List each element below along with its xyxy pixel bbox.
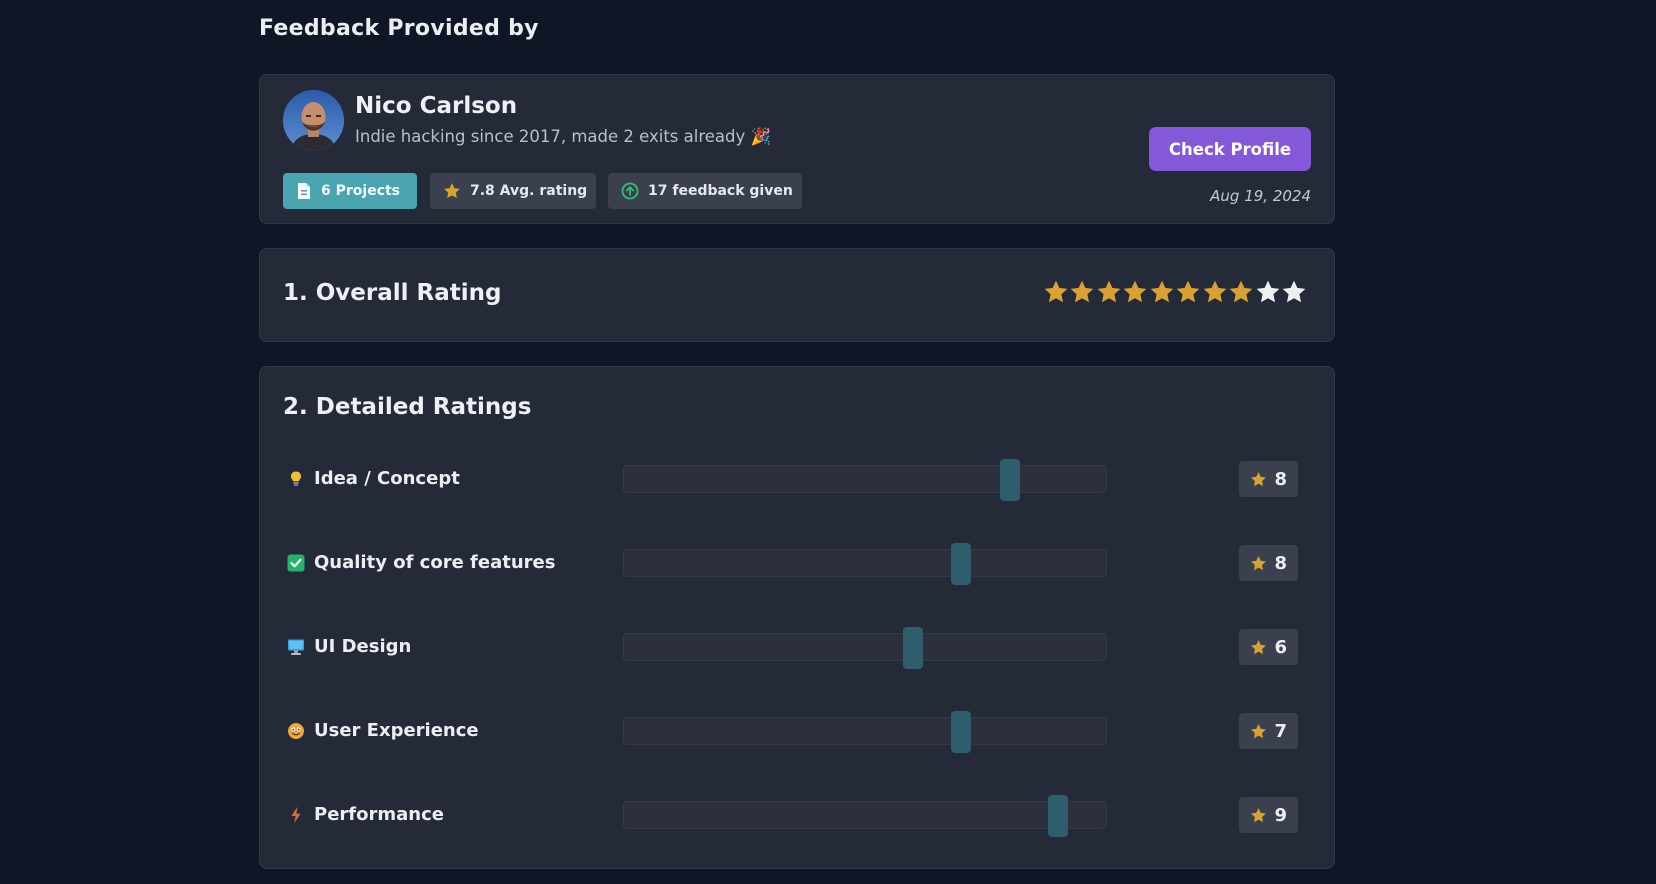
rating-slider[interactable] (623, 627, 1107, 669)
star-icon (444, 183, 460, 199)
check-profile-button[interactable]: Check Profile (1149, 127, 1311, 171)
slider-thumb[interactable] (951, 711, 972, 753)
star-empty-icon[interactable] (1255, 279, 1281, 305)
star-filled-icon[interactable] (1043, 279, 1069, 305)
rating-label: Idea / Concept (314, 468, 460, 489)
document-icon (298, 183, 310, 199)
overall-rating-title: 1. Overall Rating (283, 280, 502, 306)
detailed-ratings-title: 2. Detailed Ratings (283, 394, 532, 420)
star-filled-icon[interactable] (1149, 279, 1175, 305)
smiley-icon (288, 723, 304, 739)
rating-row-ui-design: UI Design 6 (260, 627, 1334, 669)
rating-row-user-experience: User Experience 7 (260, 711, 1334, 753)
reviewer-name: Nico Carlson (355, 93, 518, 119)
star-filled-icon[interactable] (1228, 279, 1254, 305)
checkbox-icon (287, 554, 305, 572)
slider-thumb[interactable] (1047, 795, 1068, 837)
arrow-up-circle-icon (621, 182, 639, 200)
reviewer-bio: Indie hacking since 2017, made 2 exits a… (355, 127, 772, 146)
star-icon (1251, 807, 1267, 822)
rating-label: Quality of core features (314, 552, 556, 573)
star-empty-icon[interactable] (1281, 279, 1307, 305)
score-badge: 6 (1239, 629, 1298, 665)
rating-slider[interactable] (623, 711, 1107, 753)
avatar[interactable] (283, 90, 344, 151)
slider-thumb[interactable] (951, 543, 972, 585)
rating-row-idea: Idea / Concept 8 (260, 459, 1334, 501)
star-icon (1251, 723, 1267, 738)
rating-slider[interactable] (623, 795, 1107, 837)
score-value: 8 (1274, 468, 1287, 490)
star-filled-icon[interactable] (1069, 279, 1095, 305)
page-title: Feedback Provided by (259, 16, 539, 41)
projects-badge[interactable]: 6 Projects (283, 173, 417, 209)
star-filled-icon[interactable] (1175, 279, 1201, 305)
score-badge: 8 (1239, 461, 1298, 497)
review-date: Aug 19, 2024 (1210, 187, 1311, 205)
avg-rating-text: 7.8 Avg. rating (470, 183, 588, 199)
score-badge: 9 (1239, 797, 1298, 833)
star-filled-icon[interactable] (1096, 279, 1122, 305)
rating-row-performance: Performance 9 (260, 795, 1334, 837)
rating-label: UI Design (314, 636, 412, 657)
rating-row-quality: Quality of core features 8 (260, 543, 1334, 585)
projects-count: 6 Projects (321, 183, 401, 199)
overall-star-rating[interactable] (1042, 279, 1307, 305)
score-value: 7 (1274, 720, 1287, 742)
slider-thumb[interactable] (999, 459, 1020, 501)
rating-label: User Experience (314, 720, 479, 741)
star-filled-icon[interactable] (1202, 279, 1228, 305)
reviewer-card: Nico Carlson Indie hacking since 2017, m… (259, 74, 1335, 224)
lightning-icon (291, 806, 301, 824)
slider-thumb[interactable] (903, 627, 924, 669)
score-value: 8 (1274, 552, 1287, 574)
star-icon (1251, 471, 1267, 486)
avg-rating-badge: 7.8 Avg. rating (430, 173, 596, 209)
star-icon (1251, 555, 1267, 570)
rating-label: Performance (314, 804, 444, 825)
star-icon (1251, 639, 1267, 654)
avatar-image (283, 90, 344, 151)
score-value: 6 (1274, 636, 1287, 658)
rating-slider[interactable] (623, 543, 1107, 585)
monitor-icon (288, 639, 304, 655)
rating-slider[interactable] (623, 459, 1107, 501)
score-value: 9 (1274, 804, 1287, 826)
star-filled-icon[interactable] (1122, 279, 1148, 305)
feedback-given-text: 17 feedback given (648, 183, 793, 199)
score-badge: 8 (1239, 545, 1298, 581)
score-badge: 7 (1239, 713, 1298, 749)
overall-rating-card: 1. Overall Rating (259, 248, 1335, 342)
detailed-ratings-card: 2. Detailed Ratings Idea / Concept 8 Qua… (259, 366, 1335, 869)
lightbulb-icon (291, 471, 301, 486)
feedback-given-badge: 17 feedback given (608, 173, 802, 209)
